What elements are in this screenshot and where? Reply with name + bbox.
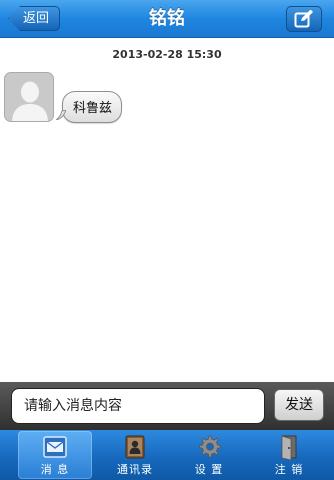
default-avatar-icon [5, 73, 53, 121]
gear-icon [199, 435, 221, 458]
tab-label: 通讯录 [117, 463, 153, 476]
nav-bar: 返回 铭铭 [0, 0, 334, 38]
tab-label: 设 置 [194, 463, 224, 476]
message-icon [43, 436, 67, 458]
message-text: 科鲁兹 [73, 101, 113, 116]
chat-area[interactable]: 2013-02-28 15:30 科鲁兹 [0, 39, 334, 382]
message-input[interactable]: 请输入消息内容 [11, 388, 265, 424]
message-timestamp: 2013-02-28 15:30 [112, 48, 222, 61]
logout-door-icon [281, 435, 297, 460]
tab-bar: 消 息 通讯录 设 置 注 销 [0, 430, 334, 480]
tab-label: 消 息 [40, 463, 70, 476]
message-input-bar: 请输入消息内容 发送 [0, 382, 334, 430]
bubble-tail [56, 110, 66, 120]
tab-contacts[interactable]: 通讯录 [98, 431, 172, 479]
tab-label: 注 销 [274, 463, 304, 476]
tab-settings[interactable]: 设 置 [172, 431, 246, 479]
tab-logout[interactable]: 注 销 [252, 431, 326, 479]
chat-title: 铭铭 [149, 8, 185, 29]
compose-icon [294, 10, 313, 28]
contact-avatar[interactable] [4, 72, 54, 122]
message-bubble[interactable]: 科鲁兹 [56, 91, 123, 123]
send-button[interactable]: 发送 [274, 389, 324, 421]
contacts-icon [125, 435, 145, 459]
tab-messages[interactable]: 消 息 [18, 431, 92, 479]
compose-button[interactable] [286, 6, 322, 32]
